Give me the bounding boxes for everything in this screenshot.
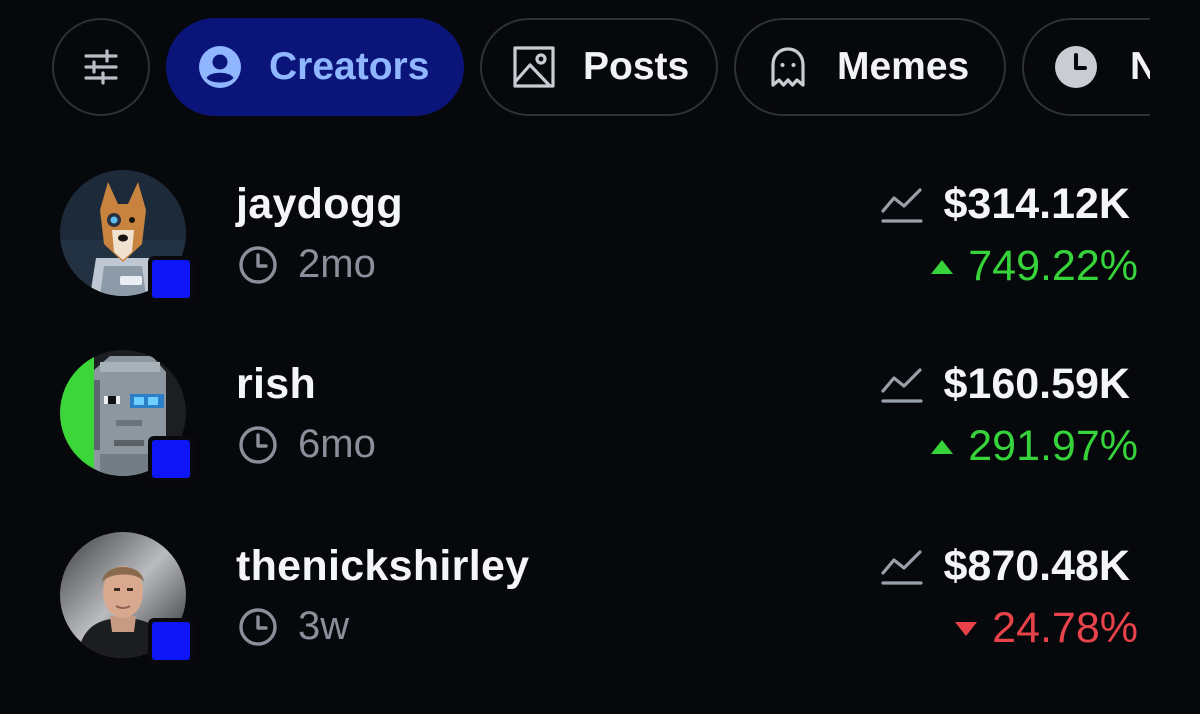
creator-row-rish[interactable]: rish 6mo $160.59K 291.97% (0, 350, 1200, 500)
creator-value-text: $160.59K (943, 360, 1131, 408)
creator-market-value: $160.59K (880, 360, 1131, 409)
clock-icon (239, 245, 277, 284)
creator-market-value: $870.48K (880, 542, 1131, 591)
ghost-icon (766, 45, 810, 89)
tab-memes-label: Memes (837, 45, 970, 88)
tab-creators[interactable]: Creators (166, 18, 464, 116)
arrow-up-icon (931, 259, 954, 274)
chain-badge (148, 618, 194, 664)
creator-age: 2mo (238, 242, 376, 287)
creator-row-jaydogg[interactable]: jaydogg 2mo $314.12K 749.22% (0, 170, 1200, 320)
creator-market-value: $314.12K (880, 180, 1131, 229)
tab-posts-label: Posts (583, 45, 690, 88)
chain-badge (148, 436, 194, 482)
tab-new-label: N (1130, 45, 1150, 88)
creator-age: 3w (238, 604, 349, 649)
creator-avatar-group (60, 350, 194, 484)
clock-icon (239, 607, 277, 646)
chain-badge (148, 256, 194, 302)
arrow-down-icon (955, 621, 978, 636)
chart-trend-icon (880, 187, 923, 223)
chain-badge-square (152, 440, 190, 478)
creator-name: thenickshirley (236, 542, 530, 590)
tab-posts[interactable]: Posts (480, 18, 718, 116)
chain-badge-square (152, 622, 190, 660)
creator-change: 749.22% (930, 242, 1138, 291)
arrow-up-icon (931, 439, 954, 454)
creator-change: 24.78% (954, 604, 1138, 653)
creator-row-thenickshirley[interactable]: thenickshirley 3w $870.48K 24.78% (0, 532, 1200, 682)
chart-trend-icon (880, 549, 923, 585)
chart-trend-icon (880, 367, 923, 403)
clock-icon (239, 425, 277, 464)
sliders-icon (79, 45, 123, 89)
creator-change-text: 749.22% (968, 242, 1138, 290)
creator-change: 291.97% (930, 422, 1138, 471)
creator-age-text: 2mo (298, 242, 376, 286)
category-tab-bar: Creators Posts Memes N (0, 0, 1150, 136)
creator-value-text: $314.12K (943, 180, 1131, 228)
tab-new[interactable]: N (1022, 18, 1150, 116)
creator-name: jaydogg (236, 180, 403, 228)
chain-badge-square (152, 260, 190, 298)
filter-button[interactable] (52, 18, 150, 116)
image-icon (512, 45, 556, 89)
creator-avatar-group (60, 170, 194, 304)
creator-age-text: 6mo (298, 422, 376, 466)
creator-change-text: 291.97% (968, 422, 1138, 470)
tab-creators-label: Creators (269, 45, 430, 88)
user-circle-icon (198, 45, 242, 89)
tab-memes[interactable]: Memes (734, 18, 1006, 116)
creator-change-text: 24.78% (992, 604, 1138, 652)
creator-age-text: 3w (298, 604, 350, 648)
creator-name: rish (236, 360, 317, 408)
creator-age: 6mo (238, 422, 376, 467)
clock-icon (1054, 45, 1098, 89)
creator-value-text: $870.48K (943, 542, 1131, 590)
creator-avatar-group (60, 532, 194, 666)
app-root: Creators Posts Memes N jaydogg 2mo $314.… (0, 0, 1200, 714)
